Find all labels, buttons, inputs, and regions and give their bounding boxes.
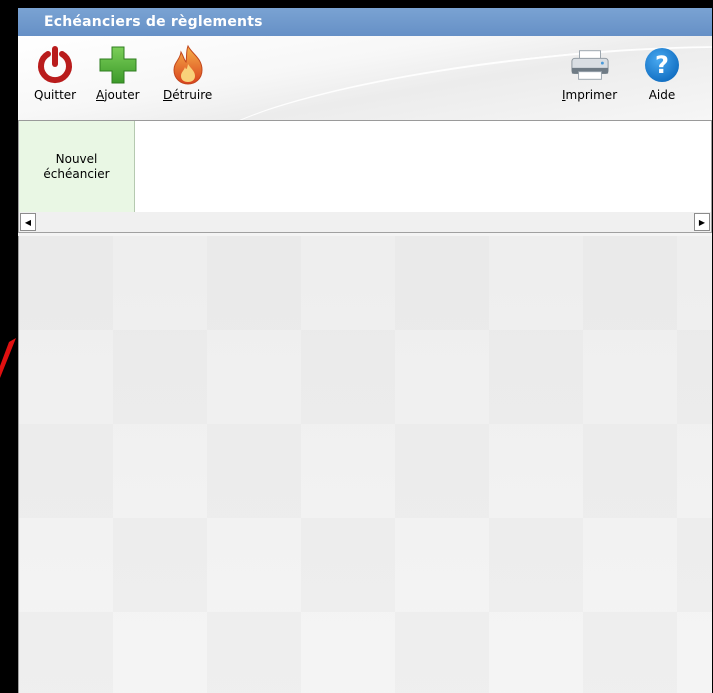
content-background	[19, 236, 712, 693]
svg-text:?: ?	[655, 51, 669, 79]
printer-icon	[570, 44, 610, 86]
quit-button[interactable]: Quitter	[34, 44, 76, 102]
help-label: Aide	[648, 88, 676, 102]
tab-new-schedule-line2: échéancier	[43, 166, 110, 181]
destroy-label: Détruire	[163, 88, 213, 102]
content-area	[18, 236, 712, 693]
schedules-window: Echéanciers de règlements Quitter Ajoute…	[18, 8, 712, 693]
power-icon	[35, 44, 75, 86]
window-titlebar: Echéanciers de règlements	[18, 8, 712, 36]
quit-label: Quitter	[34, 88, 77, 102]
print-label: Imprimer	[562, 88, 618, 102]
tab-new-schedule-line1: Nouvel	[55, 151, 98, 166]
add-label: Ajouter	[96, 88, 140, 102]
help-icon: ?	[642, 44, 682, 86]
scroll-left-icon[interactable]: ◀	[20, 213, 36, 231]
window-title: Echéanciers de règlements	[44, 14, 263, 30]
flame-icon	[168, 44, 208, 86]
annotation-arrow-icon	[0, 338, 16, 378]
add-button[interactable]: Ajouter	[96, 44, 140, 102]
toolbar: Quitter Ajouter Détruire Imprimer ? Aide	[18, 36, 712, 121]
help-button[interactable]: ? Aide	[642, 44, 682, 102]
tab-new-schedule[interactable]: Nouvel échéancier	[19, 121, 135, 212]
destroy-button[interactable]: Détruire	[163, 44, 212, 102]
horizontal-scrollbar[interactable]: ◀ ▶	[18, 212, 712, 233]
toolbar-decoration	[193, 36, 712, 120]
print-button[interactable]: Imprimer	[562, 44, 617, 102]
plus-icon	[98, 44, 138, 86]
schedule-tabstrip: Nouvel échéancier	[18, 121, 712, 212]
scroll-right-icon[interactable]: ▶	[694, 213, 710, 231]
